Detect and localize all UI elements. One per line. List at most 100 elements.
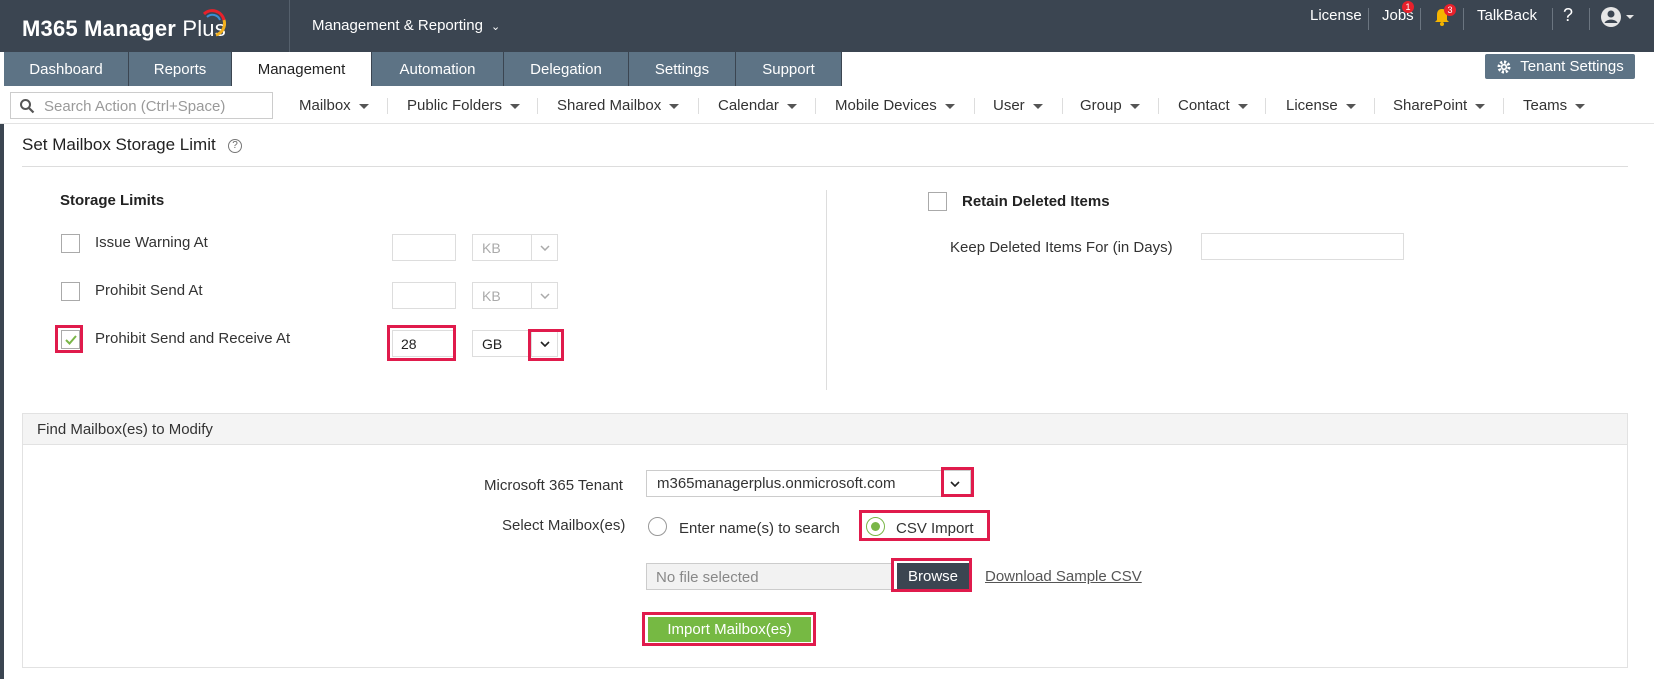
tab-management[interactable]: Management	[232, 52, 372, 86]
help-circle-icon[interactable]: ?	[228, 139, 242, 153]
tenant-value: m365managerplus.onmicrosoft.com	[657, 475, 896, 492]
menu-public-folders[interactable]: Public Folders	[407, 97, 521, 114]
tenant-label: Microsoft 365 Tenant	[484, 477, 623, 494]
tenant-settings-button[interactable]: Tenant Settings	[1485, 54, 1635, 79]
issue-warning-checkbox[interactable]	[61, 234, 80, 253]
app-logo[interactable]: M365 Manager Plus	[22, 16, 226, 42]
divider	[387, 98, 388, 114]
search-placeholder: Search Action (Ctrl+Space)	[44, 98, 226, 115]
caret-down-icon	[944, 103, 955, 109]
caret-down-icon	[510, 103, 521, 109]
divider	[289, 0, 290, 52]
chevron-down-icon	[531, 235, 557, 260]
menu-mobile-devices[interactable]: Mobile Devices	[835, 97, 955, 114]
menu-label: Mobile Devices	[835, 97, 937, 114]
divider	[974, 98, 975, 114]
alerts-badge: 3	[1444, 4, 1456, 16]
divider	[698, 98, 699, 114]
menu-mailbox[interactable]: Mailbox	[299, 97, 369, 114]
search-names-label: Enter name(s) to search	[679, 520, 840, 537]
chevron-down-icon: ⌄	[490, 21, 501, 33]
highlight-box	[642, 612, 816, 646]
logo-text: M365 Manager	[22, 16, 177, 41]
keep-deleted-days-input[interactable]	[1201, 233, 1404, 260]
highlight-box	[859, 510, 990, 541]
menu-group[interactable]: Group	[1080, 97, 1140, 114]
menu-label: SharePoint	[1393, 97, 1468, 114]
tab-dashboard[interactable]: Dashboard	[4, 52, 129, 86]
search-names-radio[interactable]	[648, 517, 667, 536]
menu-label: Public Folders	[407, 97, 503, 114]
gear-icon	[1497, 60, 1511, 73]
caret-down-icon	[1237, 103, 1248, 109]
tab-delegation[interactable]: Delegation	[504, 52, 629, 86]
caret-down-icon	[1032, 103, 1043, 109]
divider	[22, 166, 1628, 167]
jobs-badge: 1	[1402, 1, 1414, 13]
caret-down-icon	[1475, 103, 1486, 109]
divider	[1503, 98, 1504, 114]
license-link[interactable]: License	[1310, 7, 1362, 24]
section-switcher-label: Management & Reporting	[312, 17, 483, 34]
prohibit-send-receive-label: Prohibit Send and Receive At	[95, 330, 291, 347]
tab-support[interactable]: Support	[736, 52, 842, 86]
search-action-input[interactable]: Search Action (Ctrl+Space)	[10, 92, 273, 119]
tab-automation[interactable]: Automation	[372, 52, 504, 86]
help-link[interactable]: ?	[1563, 5, 1573, 26]
highlight-box	[55, 325, 83, 353]
issue-warning-unit-select[interactable]: KB	[472, 234, 558, 261]
prohibit-send-unit-select[interactable]: KB	[472, 282, 558, 309]
menu-label: Mailbox	[299, 97, 351, 114]
divider	[1463, 8, 1464, 30]
download-sample-csv-link[interactable]: Download Sample CSV	[985, 568, 1142, 585]
talkback-link[interactable]: TalkBack	[1477, 7, 1537, 24]
file-placeholder: No file selected	[656, 569, 759, 586]
unit-value: GB	[482, 336, 503, 352]
highlight-box	[891, 558, 972, 592]
divider	[1420, 8, 1421, 30]
menu-label: User	[993, 97, 1025, 114]
chevron-down-icon	[531, 283, 557, 308]
caret-down-icon	[1129, 103, 1140, 109]
menu-contact[interactable]: Contact	[1178, 97, 1248, 114]
section-switcher[interactable]: Management & Reporting ⌄	[312, 17, 500, 34]
menu-label: Group	[1080, 97, 1122, 114]
page-title: Set Mailbox Storage Limit	[22, 135, 216, 154]
menu-label: License	[1286, 97, 1338, 114]
divider	[1589, 8, 1590, 30]
menu-teams[interactable]: Teams	[1523, 97, 1586, 114]
menu-sharepoint[interactable]: SharePoint	[1393, 97, 1486, 114]
search-icon	[20, 99, 35, 114]
divider	[1368, 8, 1369, 30]
divider	[826, 190, 827, 390]
issue-warning-input[interactable]	[392, 234, 456, 261]
find-mailboxes-header: Find Mailbox(es) to Modify	[22, 413, 1628, 445]
menu-label: Contact	[1178, 97, 1230, 114]
divider	[537, 98, 538, 114]
prohibit-send-checkbox[interactable]	[61, 282, 80, 301]
storage-limits-heading: Storage Limits	[60, 192, 165, 209]
prohibit-send-input[interactable]	[392, 282, 456, 309]
divider	[1062, 98, 1063, 114]
divider	[1158, 98, 1159, 114]
tab-reports[interactable]: Reports	[129, 52, 232, 86]
tenant-select[interactable]: m365managerplus.onmicrosoft.com	[646, 470, 971, 497]
tab-settings[interactable]: Settings	[629, 52, 736, 86]
menu-license[interactable]: License	[1286, 97, 1356, 114]
select-mailboxes-label: Select Mailbox(es)	[502, 517, 626, 534]
keep-deleted-label: Keep Deleted Items For (in Days)	[950, 239, 1173, 256]
menu-label: Shared Mailbox	[557, 97, 662, 114]
csv-file-input[interactable]: No file selected	[646, 563, 892, 590]
menu-label: Calendar	[718, 97, 779, 114]
menu-shared-mailbox[interactable]: Shared Mailbox	[557, 97, 680, 114]
caret-down-icon	[786, 103, 797, 109]
menu-user[interactable]: User	[993, 97, 1043, 114]
retain-deleted-items-checkbox[interactable]	[928, 192, 947, 211]
logo-arc-icon	[202, 9, 226, 37]
frame-edge	[0, 86, 4, 679]
highlight-box	[941, 467, 974, 497]
user-avatar-icon[interactable]	[1600, 6, 1640, 28]
menu-calendar[interactable]: Calendar	[718, 97, 797, 114]
retain-deleted-heading: Retain Deleted Items	[962, 193, 1110, 210]
divider	[1552, 8, 1553, 30]
